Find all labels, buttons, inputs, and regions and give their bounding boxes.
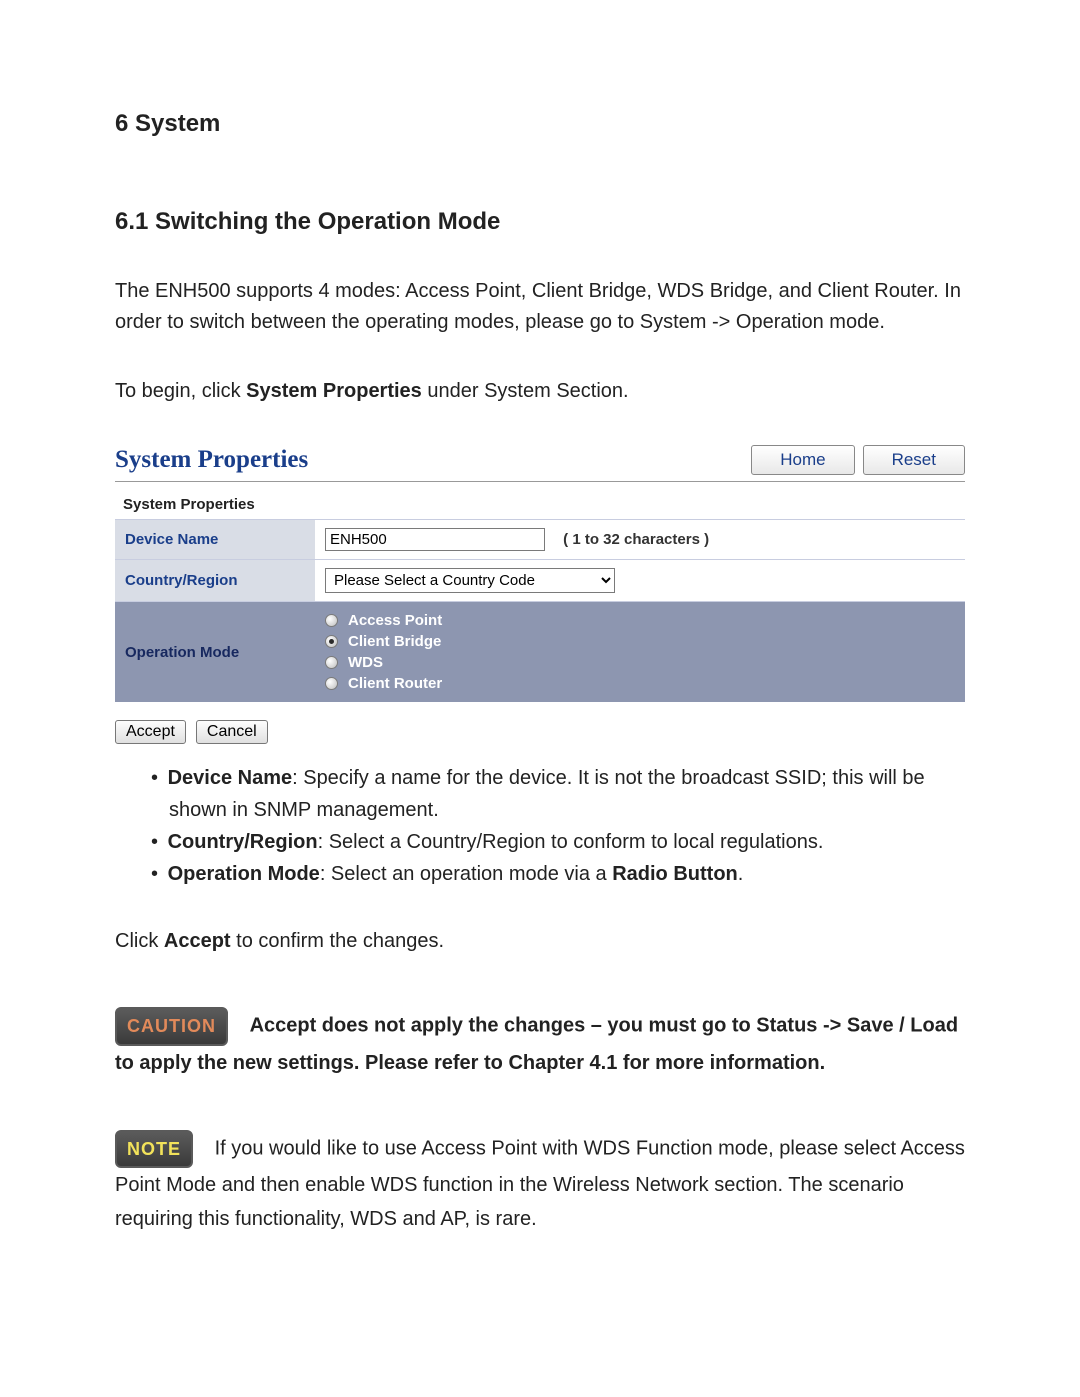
note-block: NOTE If you would like to use Access Poi… xyxy=(115,1130,965,1237)
opmode-label-cr: Client Router xyxy=(348,675,442,692)
begin-text-pre: To begin, click xyxy=(115,380,246,402)
row-country-region: Country/Region Please Select a Country C… xyxy=(115,560,965,602)
config-table: Device Name ( 1 to 32 characters ) Count… xyxy=(115,519,965,702)
begin-text-post: under System Section. xyxy=(422,380,629,402)
home-button[interactable]: Home xyxy=(751,445,854,475)
row-operation-mode: Operation Mode Access Point Client Bridg… xyxy=(115,602,965,703)
chapter-heading: 6 System xyxy=(115,110,965,138)
confirm-bold: Accept xyxy=(164,930,231,952)
opmode-label-ap: Access Point xyxy=(348,612,442,629)
caution-block: CAUTION Accept does not apply the change… xyxy=(115,1007,965,1080)
begin-text-bold: System Properties xyxy=(246,380,422,402)
bullet-label: Device Name xyxy=(168,767,293,789)
confirm-post: to confirm the changes. xyxy=(231,930,444,952)
opmode-access-point[interactable]: Access Point xyxy=(325,610,955,631)
radio-icon xyxy=(325,656,338,669)
confirm-pre: Click xyxy=(115,930,164,952)
panel-title: System Properties xyxy=(115,446,308,474)
intro-paragraph: The ENH500 supports 4 modes: Access Poin… xyxy=(115,276,965,338)
note-text: If you would like to use Access Point wi… xyxy=(115,1137,965,1230)
radio-icon xyxy=(325,677,338,690)
accept-button[interactable]: Accept xyxy=(115,720,186,744)
opmode-label-cb: Client Bridge xyxy=(348,633,441,650)
caution-text: Accept does not apply the changes – you … xyxy=(115,1015,958,1074)
bullet-label: Operation Mode xyxy=(168,863,320,885)
radio-icon xyxy=(325,614,338,627)
opmode-client-router[interactable]: Client Router xyxy=(325,673,955,694)
device-name-label: Device Name xyxy=(115,520,315,560)
bullet-text-pre: : Select an operation mode via a xyxy=(320,863,612,885)
device-name-input[interactable] xyxy=(325,528,545,551)
cancel-button[interactable]: Cancel xyxy=(196,720,268,744)
panel-subtitle: System Properties xyxy=(115,482,965,519)
row-device-name: Device Name ( 1 to 32 characters ) xyxy=(115,520,965,560)
system-properties-panel: System Properties Home Reset System Prop… xyxy=(115,445,965,744)
confirm-paragraph: Click Accept to confirm the changes. xyxy=(115,926,965,957)
device-name-hint: ( 1 to 32 characters ) xyxy=(549,531,709,548)
bullet-operation-mode: Operation Mode: Select an operation mode… xyxy=(151,858,965,890)
caution-icon: CAUTION xyxy=(115,1007,228,1046)
field-descriptions: Device Name: Specify a name for the devi… xyxy=(151,762,965,890)
opmode-client-bridge[interactable]: Client Bridge xyxy=(325,631,955,652)
country-region-label: Country/Region xyxy=(115,560,315,602)
bullet-label: Country/Region xyxy=(168,831,318,853)
country-region-select[interactable]: Please Select a Country Code xyxy=(325,568,615,593)
begin-paragraph: To begin, click System Properties under … xyxy=(115,376,965,407)
operation-mode-label: Operation Mode xyxy=(115,602,315,703)
section-heading: 6.1 Switching the Operation Mode xyxy=(115,208,965,236)
reset-button[interactable]: Reset xyxy=(863,445,965,475)
bullet-text: : Select a Country/Region to conform to … xyxy=(318,831,824,853)
opmode-wds[interactable]: WDS xyxy=(325,652,955,673)
radio-icon xyxy=(325,635,338,648)
bullet-text-post: . xyxy=(738,863,744,885)
bullet-device-name: Device Name: Specify a name for the devi… xyxy=(151,762,965,826)
note-icon: NOTE xyxy=(115,1130,193,1169)
bullet-text-bold: Radio Button xyxy=(612,863,738,885)
opmode-label-wds: WDS xyxy=(348,654,383,671)
bullet-country-region: Country/Region: Select a Country/Region … xyxy=(151,826,965,858)
